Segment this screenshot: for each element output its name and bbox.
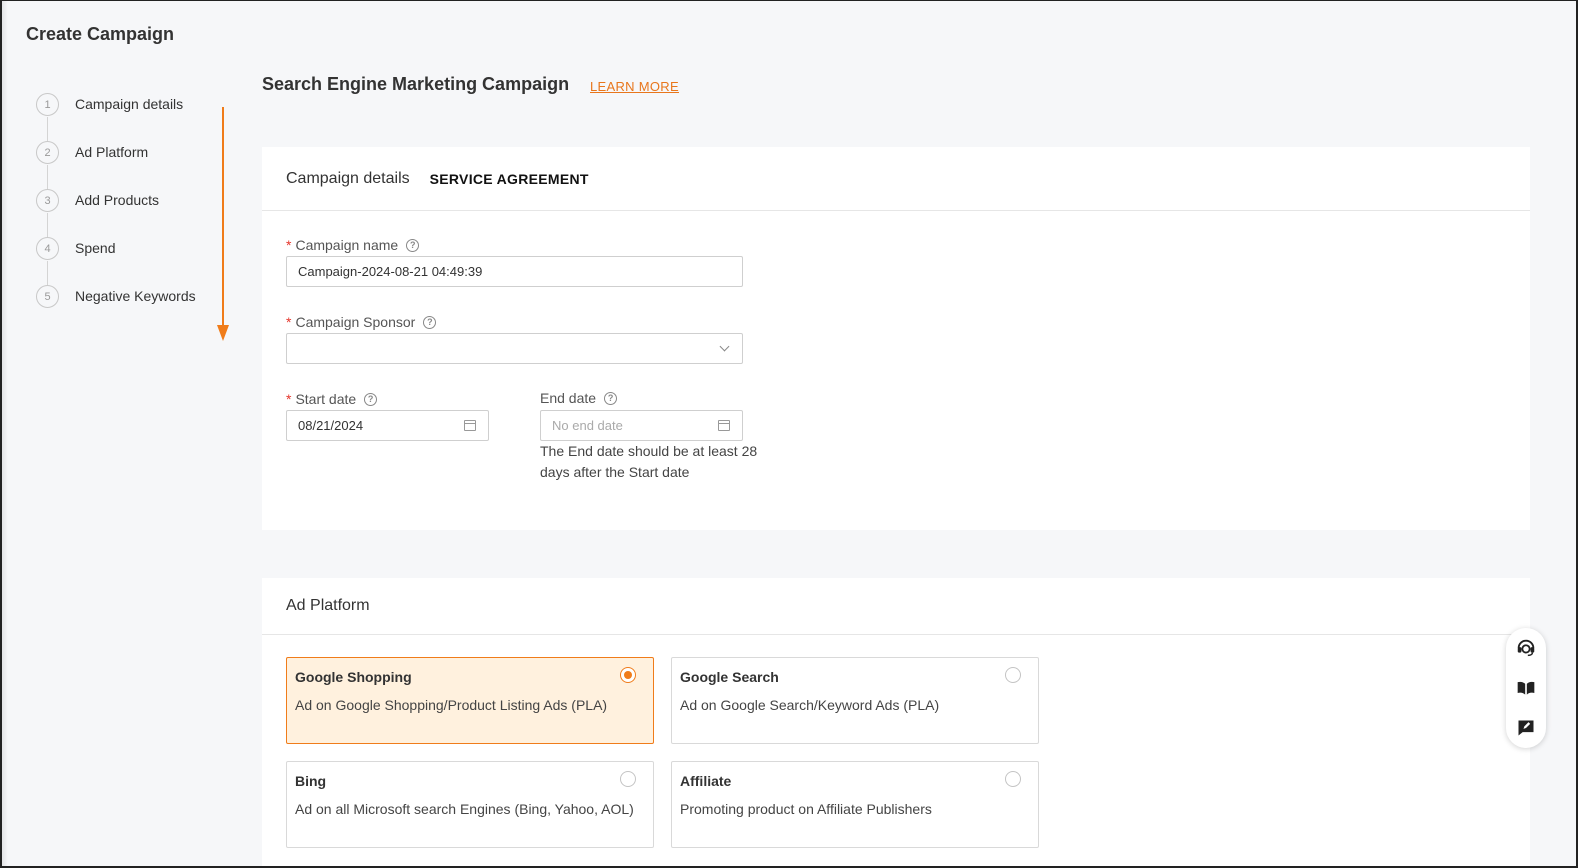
campaign-details-card: Campaign details SERVICE AGREEMENT * Cam… xyxy=(262,147,1530,530)
label-text: Campaign name xyxy=(295,237,399,253)
step-label: Campaign details xyxy=(75,96,184,112)
help-icon[interactable]: ? xyxy=(406,238,420,252)
step-spend[interactable]: 4 Spend xyxy=(36,237,196,285)
end-date-picker[interactable] xyxy=(540,410,743,441)
start-date-input[interactable] xyxy=(298,418,488,433)
step-negative-keywords[interactable]: 5 Negative Keywords xyxy=(36,285,196,333)
option-google-shopping[interactable]: Google Shopping Ad on Google Shopping/Pr… xyxy=(286,657,654,744)
option-title: Google Shopping xyxy=(295,669,412,685)
end-date-hint: The End date should be at least 28 days … xyxy=(540,443,758,480)
step-number: 1 xyxy=(36,93,59,116)
radio-button[interactable] xyxy=(1005,771,1021,787)
label-text: End date xyxy=(540,390,597,406)
learn-more-link[interactable]: LEARN MORE xyxy=(590,79,679,94)
floating-help-widget xyxy=(1506,628,1546,748)
radio-button[interactable] xyxy=(1005,667,1021,683)
campaign-sponsor-label: * Campaign Sponsor ? xyxy=(286,314,437,330)
campaign-name-label: * Campaign name ? xyxy=(286,237,420,253)
card-header: Campaign details SERVICE AGREEMENT xyxy=(262,147,1530,211)
support-agent-icon[interactable] xyxy=(1514,636,1538,660)
option-title: Bing xyxy=(295,773,327,789)
start-date-picker[interactable] xyxy=(286,410,489,441)
steps-nav: 1 Campaign details 2 Ad Platform 3 Add P… xyxy=(36,93,196,333)
page-title: Create Campaign xyxy=(26,24,175,44)
left-edge-shadow xyxy=(0,0,8,868)
option-affiliate[interactable]: Affiliate Promoting product on Affiliate… xyxy=(671,761,1039,848)
step-number: 4 xyxy=(36,237,59,260)
label-text: Campaign Sponsor xyxy=(295,314,416,330)
card-title: Ad Platform xyxy=(286,597,370,614)
option-description: Ad on all Microsoft search Engines (Bing… xyxy=(295,801,634,817)
calendar-icon xyxy=(464,420,476,431)
chevron-down-icon xyxy=(719,341,730,352)
option-description: Ad on Google Shopping/Product Listing Ad… xyxy=(295,697,608,713)
tab-service-agreement[interactable]: SERVICE AGREEMENT xyxy=(430,171,589,187)
required-mark: * xyxy=(286,391,292,407)
campaign-type-title: Search Engine Marketing Campaign xyxy=(262,74,570,94)
required-mark: * xyxy=(286,237,292,253)
step-connector xyxy=(47,117,48,141)
tab-campaign-details[interactable]: Campaign details xyxy=(286,170,410,188)
book-icon[interactable] xyxy=(1514,676,1538,700)
option-description: Promoting product on Affiliate Publisher… xyxy=(680,801,932,817)
step-label: Add Products xyxy=(75,192,160,208)
option-title: Google Search xyxy=(680,669,779,685)
required-mark: * xyxy=(286,314,292,330)
help-icon[interactable]: ? xyxy=(604,391,618,405)
option-description: Ad on Google Search/Keyword Ads (PLA) xyxy=(680,697,940,713)
campaign-sponsor-select[interactable] xyxy=(286,333,743,364)
step-label: Ad Platform xyxy=(75,144,149,160)
calendar-icon xyxy=(718,420,730,431)
start-date-label: * Start date ? xyxy=(286,391,378,407)
step-campaign-details[interactable]: 1 Campaign details xyxy=(36,93,196,141)
step-number: 3 xyxy=(36,189,59,212)
option-bing[interactable]: Bing Ad on all Microsoft search Engines … xyxy=(286,761,654,848)
help-icon[interactable]: ? xyxy=(423,315,437,329)
step-label: Negative Keywords xyxy=(75,288,196,304)
step-connector xyxy=(47,213,48,237)
radio-button[interactable] xyxy=(620,771,636,787)
campaign-name-input[interactable] xyxy=(298,264,742,279)
step-number: 2 xyxy=(36,141,59,164)
annotation-arrow-head xyxy=(217,325,229,341)
option-google-search[interactable]: Google Search Ad on Google Search/Keywor… xyxy=(671,657,1039,744)
end-date-label: End date ? xyxy=(540,390,618,406)
step-ad-platform[interactable]: 2 Ad Platform xyxy=(36,141,196,189)
step-connector xyxy=(47,165,48,189)
option-title: Affiliate xyxy=(680,773,732,789)
step-label: Spend xyxy=(75,240,116,256)
feedback-icon[interactable] xyxy=(1514,716,1538,740)
label-text: Start date xyxy=(295,391,357,407)
help-icon[interactable]: ? xyxy=(364,392,378,406)
radio-button[interactable] xyxy=(620,667,636,683)
campaign-name-field[interactable] xyxy=(286,256,743,287)
ad-platform-card: Ad Platform Google Shopping Ad on Google… xyxy=(262,578,1530,868)
step-number: 5 xyxy=(36,285,59,308)
end-date-input[interactable] xyxy=(552,418,742,433)
step-add-products[interactable]: 3 Add Products xyxy=(36,189,196,237)
annotation-arrow-line xyxy=(222,107,224,329)
step-connector xyxy=(47,261,48,285)
card-header: Ad Platform xyxy=(262,578,1530,635)
